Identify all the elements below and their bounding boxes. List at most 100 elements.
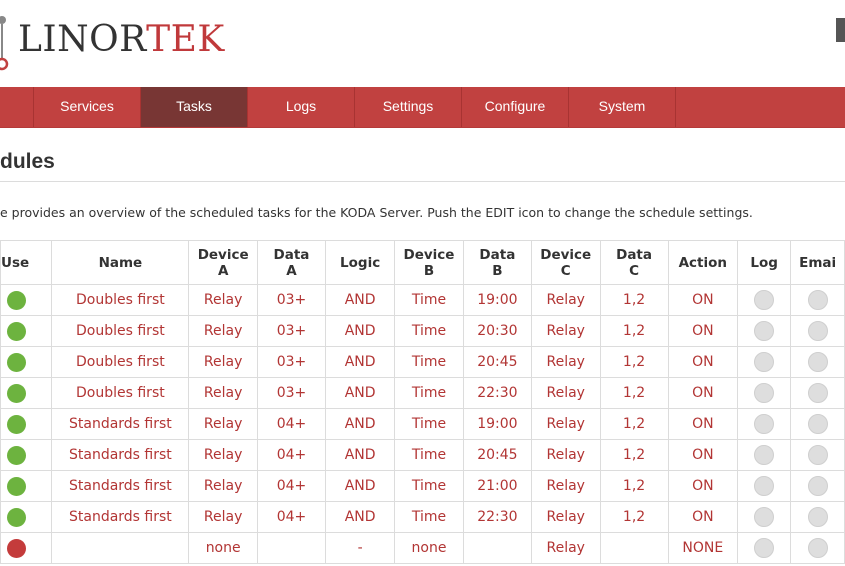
action-cell: ON — [667, 377, 739, 409]
column-header: Action — [667, 240, 739, 285]
action-cell: ON — [667, 439, 739, 471]
log-toggle-indicator-icon[interactable] — [754, 476, 775, 496]
column-header: Data B — [462, 240, 532, 285]
log-toggle-indicator-icon[interactable] — [754, 290, 775, 310]
data-c-cell: 1,2 — [599, 315, 669, 347]
use-status-indicator-icon[interactable] — [7, 414, 26, 434]
nav-item-services[interactable]: Services — [33, 87, 140, 127]
data-c-cell — [599, 532, 669, 564]
device-b-cell: Time — [394, 315, 464, 347]
column-header-label: Data — [273, 246, 310, 263]
column-header-sublabel: B — [423, 262, 435, 279]
log-toggle-indicator-icon[interactable] — [754, 445, 775, 465]
task-name-cell: Doubles first — [51, 315, 190, 347]
action-cell: ON — [667, 346, 739, 378]
email-toggle-indicator-icon[interactable] — [807, 290, 828, 310]
use-status-indicator-icon[interactable] — [7, 290, 26, 310]
email-toggle-indicator-icon[interactable] — [807, 507, 828, 527]
use-status-indicator-icon[interactable] — [7, 445, 26, 465]
column-header: Data C — [599, 240, 669, 285]
log-toggle-cell — [737, 470, 792, 502]
task-name-cell: Doubles first — [51, 346, 190, 378]
email-toggle-cell — [790, 346, 845, 378]
email-toggle-indicator-icon[interactable] — [807, 476, 828, 496]
table-row: none - none Relay NONE — [0, 532, 845, 564]
log-toggle-cell — [737, 532, 792, 564]
nav-item-configure[interactable]: Configure — [461, 87, 568, 127]
task-name-cell: Doubles first — [51, 377, 190, 409]
column-header: Logic — [325, 240, 396, 285]
brand-name: LINORTEK — [18, 19, 225, 60]
column-header-sublabel: B — [492, 262, 503, 279]
use-status-cell — [0, 377, 53, 409]
column-header: Use — [0, 240, 53, 285]
device-a-cell: Relay — [188, 377, 258, 409]
data-a-cell: 03+ — [256, 315, 327, 347]
log-toggle-indicator-icon[interactable] — [754, 321, 775, 341]
log-toggle-indicator-icon[interactable] — [754, 414, 775, 434]
email-toggle-indicator-icon[interactable] — [807, 352, 828, 372]
column-header: Data A — [256, 240, 327, 285]
data-c-cell: 1,2 — [599, 408, 669, 440]
use-status-cell — [0, 346, 53, 378]
schedule-table-container: Use Name Device A Data A Logic Device B Data B Devi… — [0, 240, 845, 566]
nav-item-system[interactable]: System — [568, 87, 675, 127]
device-c-cell: Relay — [530, 532, 601, 564]
email-toggle-indicator-icon[interactable] — [807, 538, 828, 558]
nav-item-logs[interactable]: Logs — [247, 87, 354, 127]
use-status-indicator-icon[interactable] — [7, 321, 26, 341]
data-c-cell: 1,2 — [599, 501, 669, 533]
device-a-cell: Relay — [188, 408, 258, 440]
email-toggle-indicator-icon[interactable] — [807, 414, 828, 434]
log-toggle-indicator-icon[interactable] — [754, 383, 775, 403]
email-toggle-cell — [790, 315, 845, 347]
main-nav: Services Tasks Logs Settings Configure S… — [0, 87, 845, 128]
nav-item-settings[interactable]: Settings — [354, 87, 461, 127]
column-header-label: Name — [98, 254, 143, 271]
column-header-label: Use — [1, 254, 30, 271]
device-b-cell: Time — [394, 346, 464, 378]
log-toggle-indicator-icon[interactable] — [754, 538, 775, 558]
use-status-indicator-icon[interactable] — [7, 507, 26, 527]
logic-cell: AND — [325, 346, 396, 378]
data-c-cell: 1,2 — [599, 470, 669, 502]
column-header: Device A — [188, 240, 258, 285]
use-status-indicator-icon[interactable] — [7, 476, 26, 496]
table-row: Standards first Relay 04+ AND Time 22:30 Relay… — [0, 501, 845, 533]
email-toggle-cell — [790, 284, 845, 316]
email-toggle-indicator-icon[interactable] — [807, 383, 828, 403]
device-c-cell: Relay — [530, 315, 601, 347]
logic-cell: AND — [325, 408, 396, 440]
device-b-cell: Time — [394, 439, 464, 471]
email-toggle-indicator-icon[interactable] — [807, 445, 828, 465]
action-cell: ON — [667, 315, 739, 347]
nav-item-tasks[interactable]: Tasks — [140, 87, 247, 127]
data-a-cell — [256, 532, 327, 564]
logic-cell: AND — [325, 284, 396, 316]
table-header-row: Use Name Device A Data A Logic Device B Data B Devi… — [0, 240, 845, 285]
log-toggle-cell — [737, 315, 792, 347]
log-toggle-indicator-icon[interactable] — [754, 507, 775, 527]
column-header-label: Emai — [799, 254, 837, 271]
log-toggle-indicator-icon[interactable] — [754, 352, 775, 372]
task-name-cell: Standards first — [51, 501, 190, 533]
email-toggle-indicator-icon[interactable] — [807, 321, 828, 341]
device-a-cell: Relay — [188, 284, 258, 316]
action-cell: ON — [667, 284, 739, 316]
task-name-cell: Standards first — [51, 470, 190, 502]
data-c-cell: 1,2 — [599, 284, 669, 316]
use-status-indicator-icon[interactable] — [7, 538, 26, 558]
nav-filler — [675, 87, 845, 127]
use-status-indicator-icon[interactable] — [7, 383, 26, 403]
device-b-cell: Time — [394, 408, 464, 440]
use-status-indicator-icon[interactable] — [7, 352, 26, 372]
device-c-cell: Relay — [530, 470, 601, 502]
device-c-cell: Relay — [530, 501, 601, 533]
column-header-label: Log — [750, 254, 778, 271]
email-toggle-cell — [790, 439, 845, 471]
action-cell: ON — [667, 501, 739, 533]
nav-item-partial[interactable] — [0, 87, 33, 127]
data-a-cell: 04+ — [256, 408, 327, 440]
device-b-cell: Time — [394, 377, 464, 409]
page-title: dules — [0, 150, 55, 173]
